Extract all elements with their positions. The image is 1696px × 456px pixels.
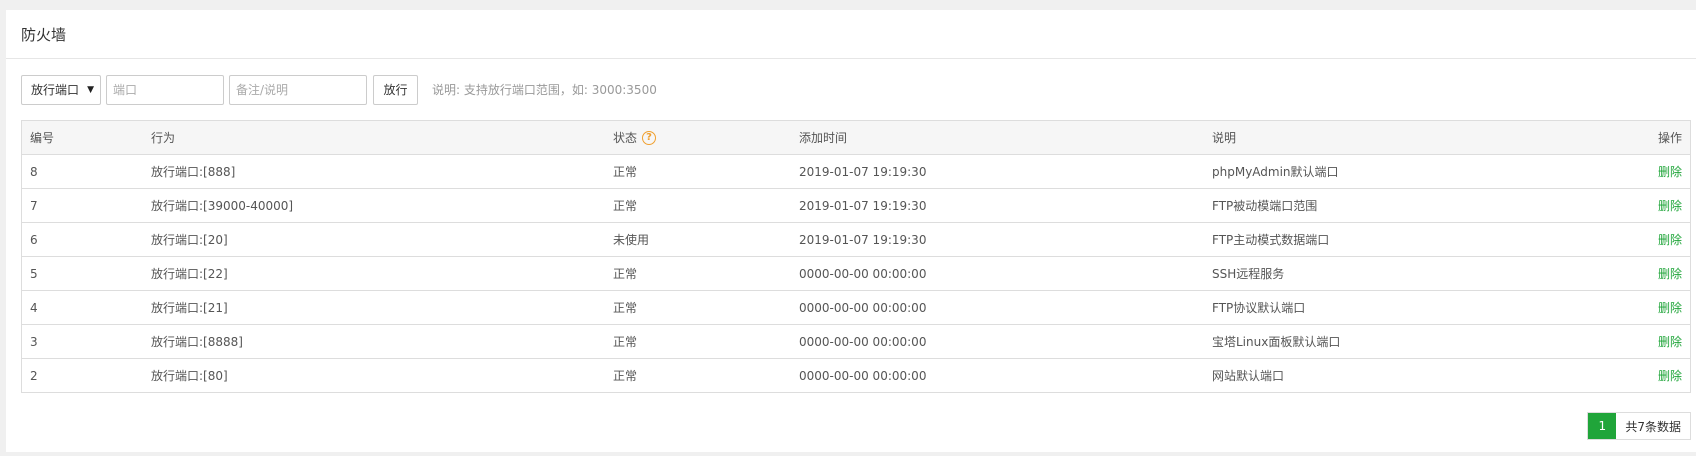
hint-text: 说明: 支持放行端口范围，如: 3000:3500 xyxy=(432,83,657,97)
cell-desc: 网站默认端口 xyxy=(1212,369,1285,383)
cell-id: 6 xyxy=(30,232,38,247)
cell-action: 放行端口:[22] xyxy=(151,267,228,281)
cell-desc: FTP被动模端口范围 xyxy=(1212,199,1318,213)
cell-time: 0000-00-00 00:00:00 xyxy=(799,300,927,315)
note-input[interactable] xyxy=(229,74,367,105)
firewall-panel: 防火墙 放行端口 ▼ 放行 说明: 支持放行端口范围，如: 3000:3500 … xyxy=(6,10,1696,452)
rule-type-select[interactable]: 放行端口 ▼ xyxy=(21,74,101,105)
cell-action: 放行端口:[888] xyxy=(151,165,236,179)
header-time: 添加时间 xyxy=(799,131,848,145)
cell-status: 未使用 xyxy=(613,233,650,247)
header-status-label: 状态 xyxy=(613,131,638,145)
cell-op: 删除 xyxy=(1610,163,1690,180)
cell-action: 放行端口:[21] xyxy=(151,301,228,315)
delete-link[interactable]: 删除 xyxy=(1658,233,1682,247)
pagination: 1 共7条数据 xyxy=(1587,412,1691,440)
cell-status: 正常 xyxy=(613,301,638,315)
header-status: 状态 ? xyxy=(605,129,791,146)
page-title: 防火墙 xyxy=(21,25,67,44)
cell-op: 删除 xyxy=(1610,367,1690,384)
cell-status: 正常 xyxy=(613,199,638,213)
header-op: 操作 xyxy=(1657,131,1682,145)
rules-table: 编号 行为 状态 ? 添加时间 说明 操作 8 放行端口:[888] 正常 2019-… xyxy=(21,120,1691,393)
cell-id: 5 xyxy=(30,266,38,281)
cell-id: 8 xyxy=(30,164,38,179)
page-1-button[interactable]: 1 xyxy=(1588,413,1617,439)
cell-time: 2019-01-07 19:19:30 xyxy=(799,164,927,179)
table-row: 7 放行端口:[39000-40000] 正常 2019-01-07 19:19:30… xyxy=(22,188,1690,222)
table-row: 8 放行端口:[888] 正常 2019-01-07 19:19:30 phpMyAdm… xyxy=(22,154,1690,188)
cell-time: 2019-01-07 19:19:30 xyxy=(799,232,927,247)
cell-action: 放行端口:[8888] xyxy=(151,335,243,349)
help-icon[interactable]: ? xyxy=(642,130,657,145)
cell-op: 删除 xyxy=(1610,197,1690,214)
delete-link[interactable]: 删除 xyxy=(1658,335,1682,349)
table-row: 4 放行端口:[21] 正常 0000-00-00 00:00:00 FTP协议默认端口… xyxy=(22,290,1690,324)
cell-status: 正常 xyxy=(613,165,638,179)
table-body: 8 放行端口:[888] 正常 2019-01-07 19:19:30 phpMyAdm… xyxy=(22,154,1690,392)
cell-id: 4 xyxy=(30,300,38,315)
cell-time: 2019-01-07 19:19:30 xyxy=(799,198,927,213)
cell-id: 2 xyxy=(30,368,38,383)
panel-header: 防火墙 xyxy=(6,10,1696,59)
table-row: 5 放行端口:[22] 正常 0000-00-00 00:00:00 SSH远程服务 删除 xyxy=(22,256,1690,290)
table-row: 2 放行端口:[80] 正常 0000-00-00 00:00:00 网站默认端口 删除 xyxy=(22,358,1690,392)
delete-link[interactable]: 删除 xyxy=(1658,301,1682,315)
rule-type-value: 放行端口 xyxy=(31,83,80,97)
cell-time: 0000-00-00 00:00:00 xyxy=(799,368,927,383)
header-id: 编号 xyxy=(30,131,55,145)
cell-desc: phpMyAdmin默认端口 xyxy=(1212,165,1339,179)
table-row: 3 放行端口:[8888] 正常 0000-00-00 00:00:00 宝塔Linux… xyxy=(22,324,1690,358)
cell-desc: 宝塔Linux面板默认端口 xyxy=(1212,335,1341,349)
cell-id: 3 xyxy=(30,334,38,349)
cell-op: 删除 xyxy=(1610,299,1690,316)
chevron-down-icon: ▼ xyxy=(87,84,94,95)
cell-status: 正常 xyxy=(613,267,638,281)
cell-op: 删除 xyxy=(1610,231,1690,248)
cell-desc: SSH远程服务 xyxy=(1212,267,1285,281)
cell-op: 删除 xyxy=(1610,333,1690,350)
cell-desc: FTP主动模式数据端口 xyxy=(1212,233,1330,247)
cell-action: 放行端口:[80] xyxy=(151,369,228,383)
cell-status: 正常 xyxy=(613,369,638,383)
cell-action: 放行端口:[20] xyxy=(151,233,228,247)
cell-status: 正常 xyxy=(613,335,638,349)
table-row: 6 放行端口:[20] 未使用 2019-01-07 19:19:30 FTP主动模式数… xyxy=(22,222,1690,256)
header-action: 行为 xyxy=(151,131,176,145)
port-input[interactable] xyxy=(106,74,224,105)
delete-link[interactable]: 删除 xyxy=(1658,199,1682,213)
cell-desc: FTP协议默认端口 xyxy=(1212,301,1306,315)
delete-link[interactable]: 删除 xyxy=(1658,165,1682,179)
allow-button[interactable]: 放行 xyxy=(373,74,418,105)
cell-id: 7 xyxy=(30,198,38,213)
header-desc: 说明 xyxy=(1212,131,1237,145)
add-rule-toolbar: 放行端口 ▼ 放行 说明: 支持放行端口范围，如: 3000:3500 xyxy=(21,74,657,105)
table-header-row: 编号 行为 状态 ? 添加时间 说明 操作 xyxy=(22,121,1690,154)
delete-link[interactable]: 删除 xyxy=(1658,369,1682,383)
total-count: 共7条数据 xyxy=(1616,413,1690,439)
delete-link[interactable]: 删除 xyxy=(1658,267,1682,281)
cell-op: 删除 xyxy=(1610,265,1690,282)
cell-action: 放行端口:[39000-40000] xyxy=(151,199,294,213)
cell-time: 0000-00-00 00:00:00 xyxy=(799,266,927,281)
cell-time: 0000-00-00 00:00:00 xyxy=(799,334,927,349)
